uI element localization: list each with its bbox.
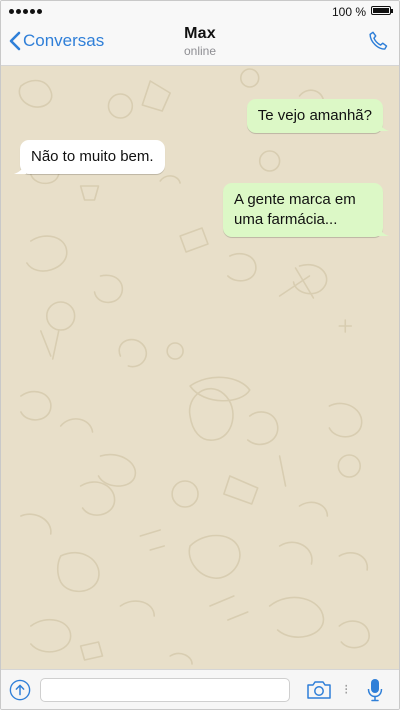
microphone-icon bbox=[367, 679, 383, 702]
message-bubble-outgoing[interactable]: Te vejo amanhã? bbox=[246, 99, 383, 133]
message-input[interactable] bbox=[40, 678, 290, 702]
battery-icon bbox=[371, 6, 393, 15]
voice-record-button[interactable] bbox=[367, 678, 383, 707]
message-text: Não to muito bem. bbox=[31, 148, 154, 165]
phone-screen: 100 % Conversas Max online Te vejo amanh… bbox=[0, 0, 400, 710]
contact-name: Max bbox=[184, 25, 216, 42]
camera-button[interactable] bbox=[306, 680, 332, 705]
status-bar: 100 % bbox=[1, 1, 399, 23]
contact-info[interactable]: Max online bbox=[1, 25, 399, 58]
contact-status: online bbox=[183, 44, 217, 58]
message-bubble-incoming[interactable]: Não to muito bem. bbox=[20, 140, 165, 174]
signal-strength-icon bbox=[9, 9, 42, 14]
phone-icon bbox=[369, 31, 388, 50]
chat-area[interactable]: Te vejo amanhã? Não to muito bem. A gent… bbox=[1, 66, 399, 669]
message-text: A gente marca em uma farmácia... bbox=[234, 191, 356, 228]
bubble-tail bbox=[14, 162, 26, 174]
call-button[interactable] bbox=[367, 30, 389, 57]
message-composer: ⁝ bbox=[1, 669, 399, 709]
arrow-up-circle-icon bbox=[9, 679, 31, 701]
message-text: Te vejo amanhã? bbox=[257, 107, 372, 124]
message-bubble-outgoing[interactable]: A gente marca em uma farmácia... bbox=[223, 183, 383, 237]
camera-icon bbox=[307, 681, 331, 699]
separator: ⁝ bbox=[344, 681, 349, 697]
bubble-tail bbox=[377, 119, 389, 131]
chat-header: Conversas Max online bbox=[1, 23, 399, 66]
bubble-tail bbox=[377, 224, 389, 236]
upload-button[interactable] bbox=[9, 679, 31, 706]
battery-percentage: 100 % bbox=[331, 5, 366, 19]
